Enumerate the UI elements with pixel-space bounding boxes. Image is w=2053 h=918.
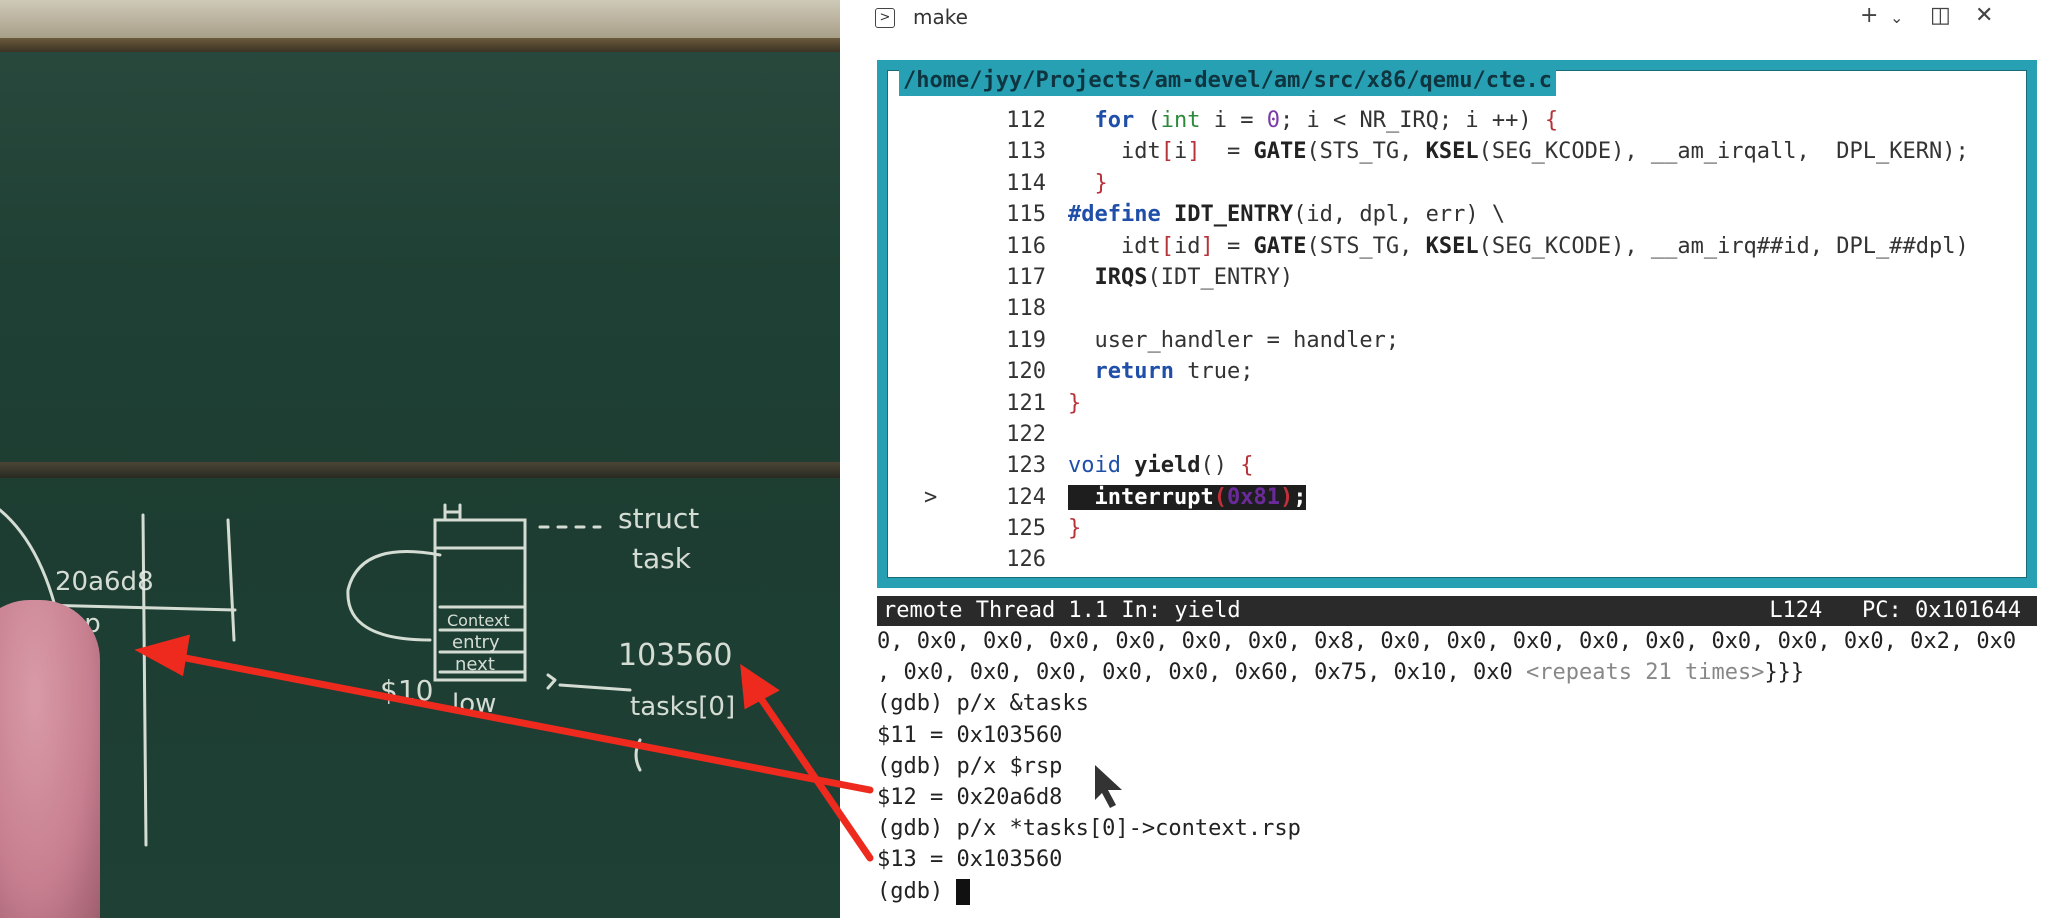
chevron-down-icon[interactable]: ⌄ [1890,8,1903,27]
text-cursor [956,878,971,905]
chalk-task: task [632,542,692,575]
gdb-output-line: $12 = 0x20a6d8 [877,784,1063,810]
gdb-output-line: $11 = 0x103560 [877,722,1063,748]
chalk-entry: entry [452,632,500,653]
gdb-status-bar: remote Thread 1.1 In: yield L124 PC: 0x1… [877,596,2037,626]
lecture-video-frame: 20a6d8 rsp struct task Context entry nex… [0,0,840,918]
gdb-prompt[interactable]: (gdb) [877,876,2047,907]
source-frame: 112 for (int i = 0; i < NR_IRQ; i ++) { … [887,70,2027,578]
source-line-121: 121} [1006,390,1082,416]
source-line-117: 117 IRQS(IDT_ENTRY) [1006,264,1294,290]
gdb-output-line: , 0x0, 0x0, 0x0, 0x0, 0x0, 0x60, 0x75, 0… [877,660,1805,686]
source-line-113: 113 idt[i] = GATE(STS_TG, KSEL(SEG_KCODE… [1006,139,1969,165]
gdb-command-line: (gdb) p/x &tasks [877,691,1089,717]
terminal-icon: > [875,8,895,28]
gdb-command-line: (gdb) p/x $rsp [877,753,1063,779]
status-thread: remote Thread 1.1 In: yield [883,598,1241,623]
source-line-115: 115 #define IDT_ENTRY(id, dpl, err) \ [1006,202,1506,228]
chalk-struct: struct [618,502,699,535]
chalk-next: next [455,654,495,675]
terminal-tab-title[interactable]: make [913,5,968,29]
chalk-low: low [452,689,496,719]
source-pane: 112 for (int i = 0; i < NR_IRQ; i ++) { … [877,60,2037,588]
source-line-118: 118 [1006,296,1046,322]
source-line-114: 114 } [1006,170,1108,196]
source-lines: 112 for (int i = 0; i < NR_IRQ; i ++) { … [896,105,1969,576]
current-line-marker: > [924,484,938,510]
source-line-122: 122 [1006,421,1046,447]
source-line-123: 123 void yield() { [1006,453,1254,479]
source-line-125: 125} [1006,516,1082,542]
source-line-120: 120 return true; [1006,359,1254,385]
source-line-112: 112 for (int i = 0; i < NR_IRQ; i ++) { [1006,108,1559,133]
chalk-context: Context [447,611,510,630]
split-terminal-icon[interactable]: ◫ [1930,3,1951,28]
gdb-console[interactable]: 0, 0x0, 0x0, 0x0, 0x0, 0x0, 0x0, 0x8, 0x… [877,626,2047,907]
status-location: L124 PC: 0x101644 [1769,598,2021,623]
terminal-tab-bar: > make + ⌄ ◫ ✕ [840,0,2053,36]
gdb-command-line: (gdb) p/x *tasks[0]->context.rsp [877,816,1301,842]
close-icon[interactable]: ✕ [1975,3,1993,28]
source-file-path: /home/jyy/Projects/am-devel/am/src/x86/q… [899,66,1557,96]
terminal-panel[interactable]: > make + ⌄ ◫ ✕ 112 for (int i = 0; i < N… [840,0,2053,918]
chalk-tasks0: tasks[0] [630,692,735,722]
chalk-10: $10 [380,674,433,707]
gdb-output-line: $13 = 0x103560 [877,847,1063,873]
chalk-20a6d8: 20a6d8 [55,567,154,597]
source-line-124-current: >124 interrupt(0x81); [896,482,1969,513]
source-line-116: 116 idt[id] = GATE(STS_TG, KSEL(SEG_KCOD… [1006,233,1969,259]
chalk-drawing: 20a6d8 rsp struct task Context entry nex… [0,502,735,852]
source-line-126: 126 [1006,547,1046,573]
add-terminal-icon[interactable]: + [1860,3,1878,28]
gdb-output-line: 0, 0x0, 0x0, 0x0, 0x0, 0x0, 0x0, 0x8, 0x… [877,629,2017,654]
source-line-119: 119 user_handler = handler; [1006,327,1400,353]
chalk-103560: 103560 [618,638,733,673]
lecturer [0,600,100,918]
